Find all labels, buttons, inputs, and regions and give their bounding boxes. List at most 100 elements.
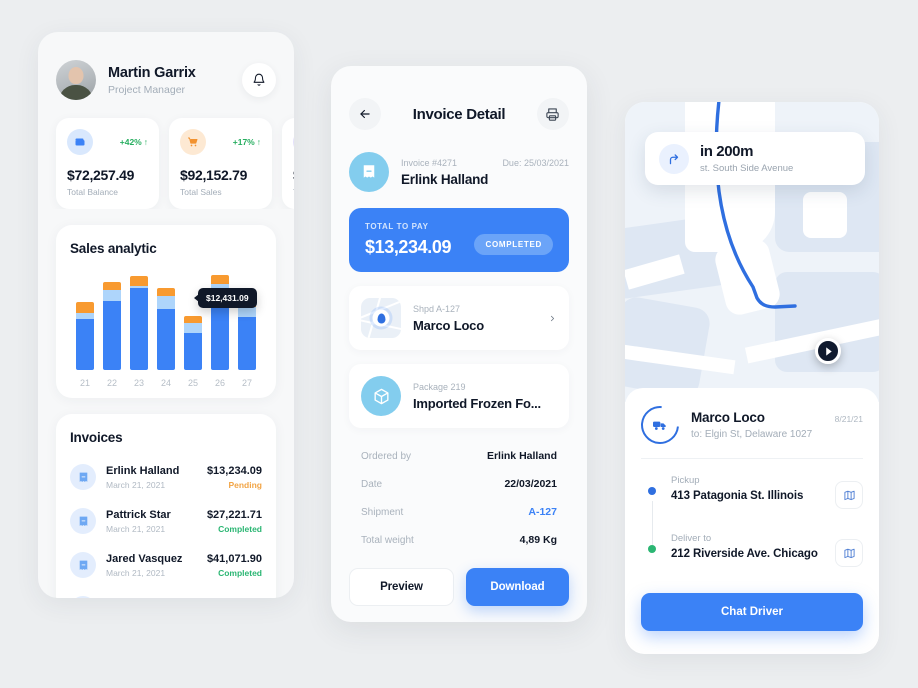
x-tick-27: 27 [241, 378, 252, 388]
detail-value: 4,89 Kg [519, 534, 557, 546]
invoice-actions: Preview Download [331, 554, 587, 606]
invoice-item-amount: $22,143.79 [207, 597, 262, 599]
vehicle-marker[interactable] [815, 338, 841, 364]
bar-segment-top [211, 274, 229, 284]
invoice-list-item[interactable]: Jared Vasquez March 21, 2021 $41,071.90 Com… [70, 543, 262, 587]
bar-22[interactable] [103, 272, 121, 370]
invoice-icon [70, 508, 96, 534]
bar-25[interactable] [184, 272, 202, 370]
profile-header: Martin Garrix Project Manager [38, 32, 294, 100]
stop-label: Deliver to [671, 533, 712, 544]
bar-segment-base [76, 319, 94, 370]
stop-dot [648, 545, 656, 553]
stat-label: Total Balance [67, 187, 119, 197]
wallet-icon [67, 129, 93, 155]
stat-value: $72,257.49 [67, 167, 135, 183]
navigation-street: st. South Side Avenue [700, 163, 794, 174]
notifications-button[interactable] [242, 63, 276, 97]
bar-chart[interactable]: $12,431.09 [70, 272, 262, 370]
invoice-item-amount: $27,221.71 [206, 508, 262, 521]
map-thumbnail [361, 298, 401, 338]
bell-icon [253, 73, 265, 86]
bar-21[interactable] [76, 272, 94, 370]
bar-23[interactable] [130, 272, 148, 370]
page-title: Martin Garrix [108, 64, 196, 81]
delivery-sheet: Marco Loco 8/21/21 to: Elgin St, Delawar… [625, 388, 879, 654]
stat-label: Total Sales [180, 187, 222, 197]
shipment-card[interactable]: Shpd A-127 Marco Loco [349, 286, 569, 350]
bar-segment-base [157, 309, 175, 370]
invoice-item-status: Pending [228, 479, 262, 490]
driver-body: Marco Loco 8/21/21 to: Elgin St, Delawar… [691, 410, 863, 440]
invoice-detail-panel: Invoice Detail Invoice #4271 Due: 25/03/… [331, 66, 587, 622]
truck-icon [652, 417, 668, 433]
invoice-item-right: $41,071.90 Completed [207, 553, 262, 578]
detail-key: Shipment [361, 506, 404, 518]
x-tick-23: 23 [133, 378, 144, 388]
bar-segment-mid [184, 322, 202, 333]
view-on-map-button[interactable] [835, 481, 863, 509]
map-icon [843, 548, 855, 558]
chevron-right-icon[interactable] [548, 311, 557, 326]
stat-top [293, 129, 294, 155]
invoice-item-body: Jared Vasquez March 21, 2021 [106, 553, 207, 578]
invoice-list-item[interactable]: Pattrick Star March 21, 2021 $27,221.71 Com… [70, 499, 262, 543]
pay-amount: $13,234.09 [365, 237, 452, 257]
preview-button[interactable]: Preview [349, 568, 454, 606]
shipment-code: Shpd A-127 [413, 303, 461, 314]
delivery-date: 8/21/21 [834, 414, 863, 424]
bar-segment-top [130, 275, 148, 286]
bar-segment-mid [238, 307, 256, 318]
detail-value: 22/03/2021 [504, 478, 557, 490]
package-name: Imported Frozen Fo... [413, 395, 541, 411]
invoice-summary: Invoice #4271 Due: 25/03/2021 Erlink Hal… [331, 130, 587, 192]
bar-segment-base [238, 317, 256, 370]
bar-24[interactable] [157, 272, 175, 370]
chat-driver-button[interactable]: Chat Driver [641, 593, 863, 631]
back-button[interactable] [349, 98, 381, 130]
invoice-item-right: $22,143.79Pending [207, 597, 262, 599]
turn-right-icon [659, 143, 689, 174]
arrow-up-icon: ↑ [256, 137, 261, 147]
print-button[interactable] [536, 98, 569, 130]
invoice-item-date: March 21, 2021 [106, 479, 166, 490]
stat-card-balance[interactable]: +42% ↑ $72,257.49 Total Balance [56, 118, 159, 209]
navigation-arrow-icon [825, 346, 832, 356]
invoice-number: Invoice #4271 [401, 157, 458, 168]
stat-card-third[interactable]: $ T [282, 118, 294, 209]
stop-address: 413 Patagonia St. Illinois [671, 490, 804, 502]
invoice-list-item[interactable]: Vance JoshMarch 21, 2021$22,143.79Pendin… [70, 587, 262, 598]
stat-value: $ [293, 167, 294, 183]
detail-row: Shipment A-127 [361, 498, 557, 526]
invoice-item-name: Erlink Halland [106, 464, 180, 477]
divider [641, 458, 863, 459]
invoice-item-right: $27,221.71 Completed [207, 509, 262, 534]
invoices-list: Erlink Halland March 21, 2021 $13,234.09 Pe… [70, 455, 262, 598]
invoice-icon [70, 596, 96, 598]
invoice-icon [349, 152, 389, 192]
download-button[interactable]: Download [466, 568, 569, 606]
invoice-list-item[interactable]: Erlink Halland March 21, 2021 $13,234.09 Pe… [70, 455, 262, 499]
total-to-pay-card: TOTAL TO PAY $13,234.09 COMPLETED [349, 208, 569, 272]
destination-text: to: Elgin St, Delaware 1027 [691, 429, 813, 440]
invoice-item-body: Pattrick Star March 21, 2021 [106, 509, 207, 534]
package-card[interactable]: Package 219 Imported Frozen Fo... [349, 364, 569, 428]
detail-key: Date [361, 478, 383, 490]
invoice-item-date: March 21, 2021 [106, 567, 166, 578]
bar-26[interactable] [211, 272, 229, 370]
bar-segment-base [103, 301, 121, 370]
bar-segment-mid [103, 289, 121, 302]
view-on-map-button[interactable] [835, 539, 863, 567]
chart-icon [293, 129, 294, 155]
stop-body: Deliver to 212 Riverside Ave. Chicago [671, 533, 835, 560]
bar-27[interactable] [238, 272, 256, 370]
invoice-item-body: Vance JoshMarch 21, 2021 [106, 597, 207, 599]
stat-delta-value: +17% [232, 137, 255, 147]
detail-value[interactable]: A-127 [528, 506, 557, 518]
invoice-item-right: $13,234.09 Pending [207, 465, 262, 490]
status-badge: COMPLETED [474, 234, 553, 255]
navigation-body: in 200m st. South Side Avenue [700, 143, 793, 174]
invoice-item-date: March 21, 2021 [106, 523, 166, 534]
stat-card-sales[interactable]: +17% ↑ $92,152.79 Total Sales [169, 118, 272, 209]
map-view[interactable]: in 200m st. South Side Avenue [625, 102, 879, 402]
